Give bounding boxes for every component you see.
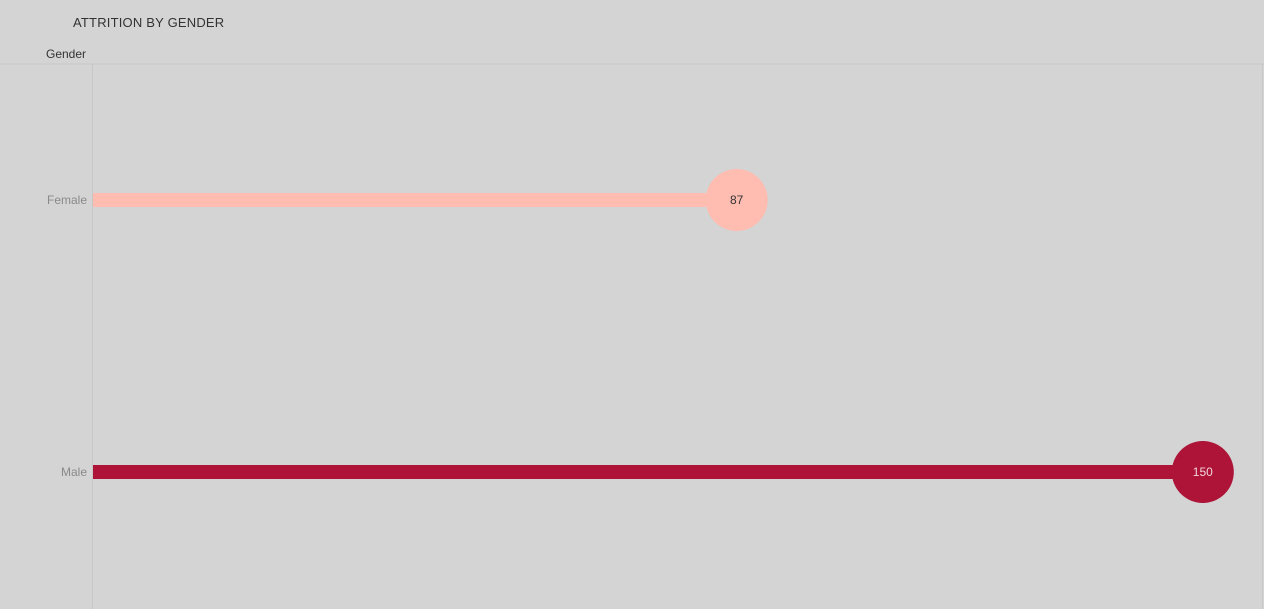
bar-female [93,193,737,207]
bar-male [93,465,1203,479]
category-label-male: Male [61,465,87,479]
chart-container: ATTRITION BY GENDER Gender Female 87 Male 1… [0,0,1264,609]
category-label-female: Female [47,193,87,207]
data-label-female: 87 [730,193,744,207]
data-label-male: 150 [1193,465,1213,479]
chart-plot: Female 87 Male 150 [0,63,1264,609]
